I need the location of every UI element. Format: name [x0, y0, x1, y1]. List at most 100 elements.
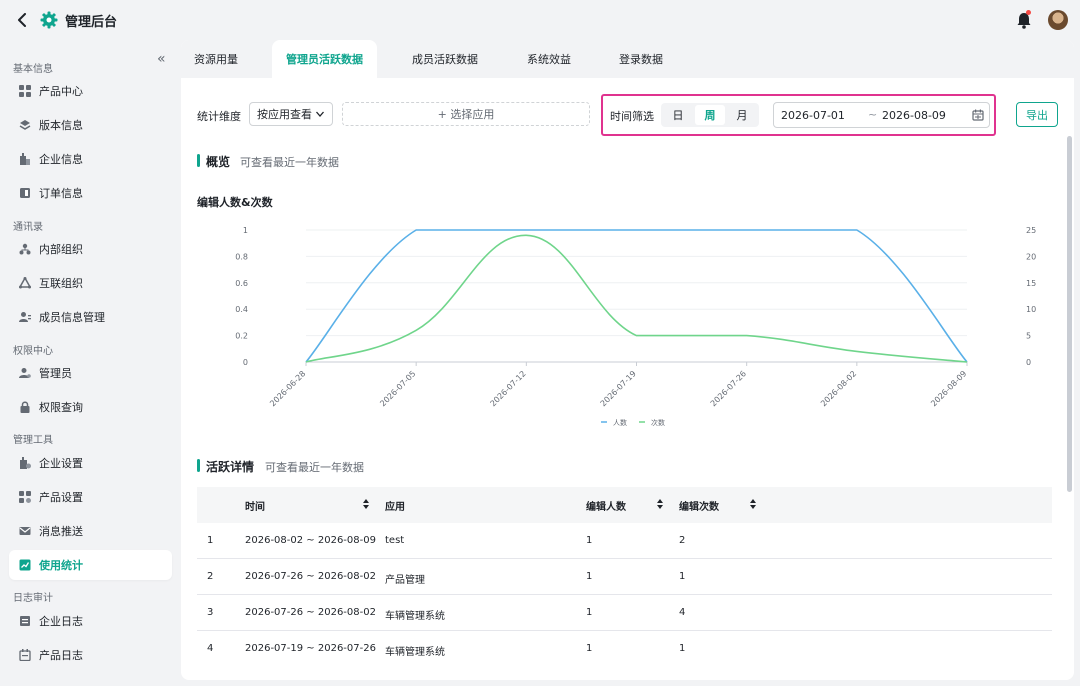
x-tick-label: 2026-07-05 — [378, 369, 417, 408]
lock-icon — [19, 401, 31, 413]
tab-resource-usage[interactable]: 资源用量 — [181, 40, 251, 78]
cell-time: 2026-08-02 ~ 2026-08-09 — [245, 535, 376, 546]
date-end[interactable]: 2026-08-09 — [882, 109, 946, 122]
calendar-icon — [972, 109, 984, 121]
sidebar-item-version-info[interactable]: 版本信息 — [9, 110, 172, 140]
sidebar-item-admin[interactable]: 管理员 — [9, 358, 172, 388]
sidebar-item-label: 订单信息 — [39, 187, 83, 200]
sidebar-item-company-settings[interactable]: 企业设置 — [9, 448, 172, 478]
sidebar-item-internal-org[interactable]: 内部组织 — [9, 234, 172, 264]
admin-icon — [19, 367, 31, 379]
calendar-log-icon — [19, 649, 31, 662]
group-label-basic: 基本信息 — [13, 64, 53, 75]
table-row[interactable]: 3 2026-07-26 ~ 2026-08-02 车辆管理系统 1 4 — [197, 595, 1052, 631]
grid-icon — [19, 85, 31, 97]
granularity-day[interactable]: 日 — [663, 105, 693, 125]
tab-member-activity[interactable]: 成员活跃数据 — [397, 40, 493, 78]
sidebar-item-label: 管理员 — [39, 367, 72, 380]
cell-editors: 1 — [586, 643, 593, 654]
dimension-label: 统计维度 — [197, 110, 241, 123]
y-tick-label-left: 0.6 — [235, 279, 248, 288]
time-filter-label: 时间筛选 — [610, 110, 654, 123]
chart-series — [305, 229, 968, 363]
chevron-down-icon — [316, 111, 324, 117]
granularity-segmented-control: 日 周 月 — [661, 103, 759, 127]
x-tick-label: 2026-07-19 — [599, 369, 638, 408]
sidebar-item-label: 内部组织 — [39, 243, 83, 256]
chevron-left-icon — [18, 13, 26, 27]
notification-dot — [1026, 10, 1031, 15]
cell-time: 2026-07-26 ~ 2026-08-02 — [245, 571, 376, 582]
sidebar-item-permission-query[interactable]: 权限查询 — [9, 392, 172, 422]
group-label-tools: 管理工具 — [13, 435, 53, 446]
back-button[interactable] — [12, 10, 32, 30]
overview-title: 概览 — [206, 155, 231, 169]
sidebar-item-order-info[interactable]: 订单信息 — [9, 178, 172, 208]
cell-editors: 1 — [586, 607, 593, 618]
product-settings-icon — [19, 491, 31, 503]
cell-edits: 2 — [679, 535, 686, 546]
table-row[interactable]: 4 2026-07-19 ~ 2026-07-26 车辆管理系统 1 1 — [197, 631, 1052, 667]
avatar[interactable] — [1048, 10, 1068, 30]
sidebar-item-company-log[interactable]: 企业日志 — [9, 606, 172, 636]
y-tick-label-right: 5 — [1026, 332, 1031, 341]
y-tick-label-right: 15 — [1026, 279, 1036, 288]
group-label-permission: 权限中心 — [13, 346, 53, 357]
sidebar-item-label: 使用统计 — [39, 559, 83, 572]
cell-edits: 1 — [679, 571, 686, 582]
sidebar-item-label: 企业设置 — [39, 457, 83, 470]
row-index: 4 — [207, 643, 214, 654]
gear-logo-icon — [40, 11, 58, 29]
table-row[interactable]: 2 2026-07-26 ~ 2026-08-02 产品管理 1 1 — [197, 559, 1052, 595]
sidebar-item-product-center[interactable]: 产品中心 — [9, 76, 172, 106]
sidebar-item-product-settings[interactable]: 产品设置 — [9, 482, 172, 512]
sidebar-item-message-push[interactable]: 消息推送 — [9, 516, 172, 546]
y-axis-right: 0 5 10 15 20 25 — [1026, 226, 1036, 367]
sidebar-item-label: 产品设置 — [39, 491, 83, 504]
x-tick-label: 2026-08-09 — [929, 369, 968, 408]
sidebar-item-label: 权限查询 — [39, 401, 83, 414]
sort-icon[interactable] — [750, 499, 756, 509]
cell-editors: 1 — [586, 571, 593, 582]
collapse-sidebar-icon[interactable]: « — [157, 51, 165, 67]
sort-icon[interactable] — [363, 499, 369, 509]
export-button[interactable]: 导出 — [1016, 102, 1058, 127]
y-tick-label-right: 25 — [1026, 226, 1036, 235]
y-tick-label-right: 20 — [1026, 252, 1036, 261]
y-tick-label-right: 0 — [1026, 358, 1031, 367]
sidebar-item-product-log[interactable]: 产品日志 — [9, 640, 172, 670]
scrollbar-thumb[interactable] — [1067, 136, 1072, 492]
granularity-week[interactable]: 周 — [695, 105, 725, 125]
cell-time: 2026-07-26 ~ 2026-08-02 — [245, 607, 376, 618]
y-tick-label-left: 0.2 — [235, 332, 248, 341]
x-tick-label: 2026-06-28 — [268, 369, 307, 408]
column-header-time[interactable]: 时间 — [245, 498, 265, 513]
table-header: 时间 应用 编辑人数 编辑次数 — [197, 487, 1052, 523]
date-range-picker[interactable]: 2026-07-01 ~ 2026-08-09 — [773, 102, 990, 128]
dimension-value: 按应用查看 — [257, 108, 312, 121]
column-header-edits[interactable]: 编辑次数 — [679, 498, 719, 513]
network-icon — [18, 276, 32, 289]
sidebar-item-member-management[interactable]: 成员信息管理 — [9, 302, 172, 332]
granularity-month[interactable]: 月 — [727, 105, 757, 125]
dimension-select[interactable]: 按应用查看 — [249, 102, 333, 126]
layers-icon — [19, 119, 31, 131]
group-label-contacts: 通讯录 — [13, 222, 43, 233]
column-header-editors[interactable]: 编辑人数 — [586, 498, 626, 513]
sort-icon[interactable] — [657, 499, 663, 509]
detail-title: 活跃详情 — [206, 460, 255, 474]
tab-system-benefit[interactable]: 系统效益 — [511, 40, 587, 78]
sidebar-item-connected-org[interactable]: 互联组织 — [9, 268, 172, 298]
sidebar-item-label: 企业信息 — [39, 153, 83, 166]
sidebar-item-usage-stats[interactable]: 使用统计 — [9, 550, 172, 580]
tab-admin-activity[interactable]: 管理员活跃数据 — [272, 40, 377, 78]
y-axis-left: 0 0.2 0.4 0.6 0.8 1 — [235, 226, 248, 367]
row-index: 2 — [207, 571, 214, 582]
date-start[interactable]: 2026-07-01 — [781, 109, 845, 122]
sidebar-item-company-info[interactable]: 企业信息 — [9, 144, 172, 174]
sidebar-item-label: 消息推送 — [39, 525, 83, 538]
tab-login-data[interactable]: 登录数据 — [606, 40, 676, 78]
choose-app-button[interactable]: + 选择应用 — [342, 102, 590, 126]
table-row[interactable]: 1 2026-08-02 ~ 2026-08-09 test 1 2 — [197, 523, 1052, 559]
chart-title: 编辑人数&次数 — [197, 196, 273, 209]
